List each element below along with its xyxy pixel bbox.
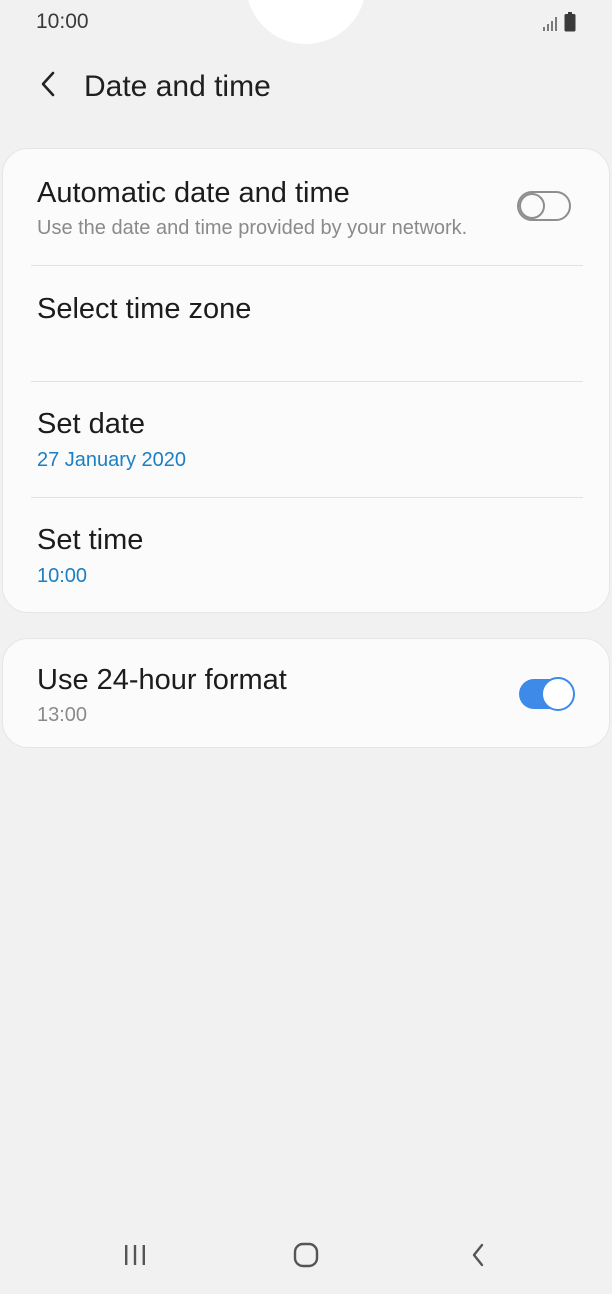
select-time-zone-row[interactable]: Select time zone bbox=[3, 266, 609, 381]
chevron-left-icon bbox=[38, 70, 58, 103]
automatic-date-time-row[interactable]: Automatic date and time Use the date and… bbox=[3, 149, 609, 265]
back-icon bbox=[469, 1242, 487, 1273]
select-time-zone-title: Select time zone bbox=[37, 293, 252, 325]
toggle-knob bbox=[519, 193, 545, 219]
use-24-hour-format-value: 13:00 bbox=[37, 704, 88, 726]
automatic-date-time-subtitle: Use the date and time provided by your n… bbox=[37, 217, 468, 239]
use-24-hour-format-title: Use 24-hour format bbox=[37, 664, 287, 696]
set-time-title: Set time bbox=[37, 524, 144, 556]
use-24-hour-format-toggle[interactable] bbox=[519, 677, 575, 711]
recents-button[interactable] bbox=[111, 1237, 159, 1277]
battery-icon bbox=[564, 12, 576, 37]
page-title: Date and time bbox=[84, 70, 271, 103]
status-bar: 10:00 bbox=[0, 0, 612, 46]
toggle-knob bbox=[541, 677, 575, 711]
recents-icon bbox=[122, 1243, 148, 1272]
set-date-value: 27 January 2020 bbox=[37, 449, 187, 471]
use-24-hour-format-row[interactable]: Use 24-hour format 13:00 bbox=[3, 639, 609, 747]
set-time-row[interactable]: Set time 10:00 bbox=[3, 498, 609, 612]
nav-back-button[interactable] bbox=[454, 1237, 502, 1277]
signal-icon bbox=[542, 16, 560, 37]
set-time-value: 10:00 bbox=[37, 565, 88, 587]
status-icons bbox=[542, 12, 576, 37]
format-settings-card: Use 24-hour format 13:00 bbox=[2, 638, 610, 748]
date-time-settings-card: Automatic date and time Use the date and… bbox=[2, 148, 610, 613]
back-button[interactable] bbox=[28, 66, 68, 106]
set-date-title: Set date bbox=[37, 408, 146, 440]
phone-screen: 10:00 Date and time Automatic date and t… bbox=[0, 0, 612, 1294]
app-header: Date and time bbox=[0, 60, 612, 120]
home-icon bbox=[292, 1241, 320, 1274]
automatic-date-time-title: Automatic date and time bbox=[37, 177, 350, 209]
navigation-bar bbox=[0, 1225, 612, 1291]
set-date-row[interactable]: Set date 27 January 2020 bbox=[3, 382, 609, 497]
automatic-date-time-toggle[interactable] bbox=[517, 191, 571, 221]
status-time: 10:00 bbox=[36, 10, 89, 33]
home-button[interactable] bbox=[282, 1237, 330, 1277]
